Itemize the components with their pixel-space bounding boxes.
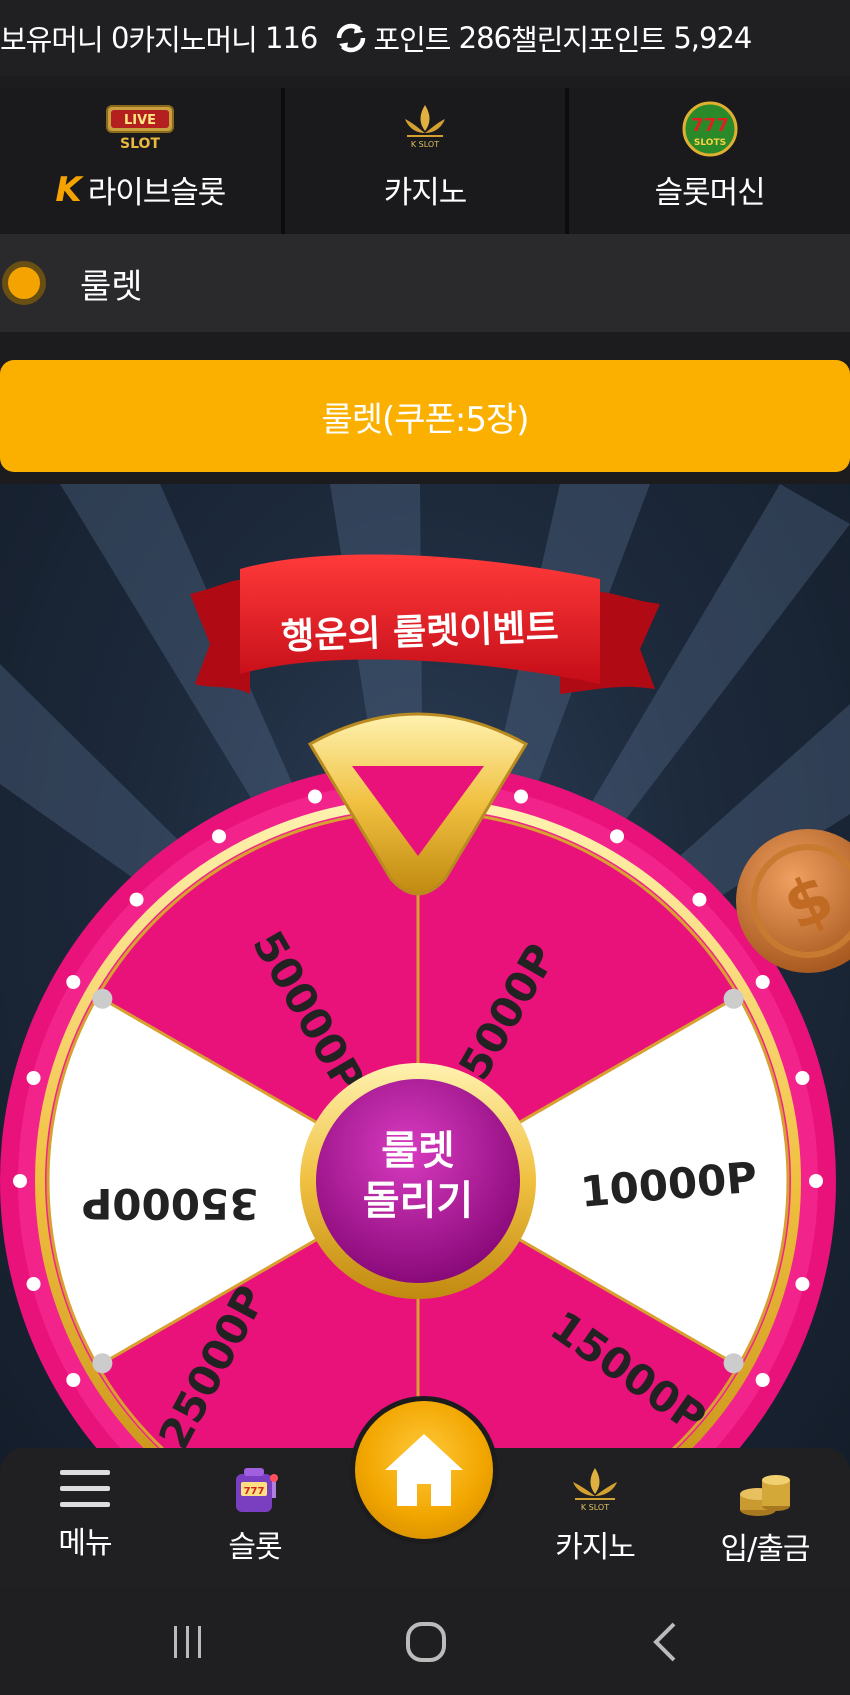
- roulette-coupon-button[interactable]: 룰렛(쿠폰:5장): [0, 360, 850, 472]
- home-button-inner: [355, 1401, 493, 1539]
- tab-slot-machine[interactable]: 777 SLOTS 슬롯머신: [569, 88, 850, 234]
- rim-light: [514, 789, 529, 804]
- recent-apps-icon[interactable]: [168, 1622, 208, 1662]
- live-slot-logo: LIVE SLOT: [105, 99, 175, 159]
- rim-light: [26, 1070, 41, 1085]
- system-navigation-bar: [0, 1588, 850, 1695]
- home-icon: [385, 1434, 463, 1506]
- radio-dot-icon: [2, 261, 46, 305]
- tab-casino-label: 카지노: [383, 175, 468, 211]
- challenge-point-value: 5,924: [673, 21, 752, 55]
- holding-money-label: 보유머니: [0, 23, 104, 57]
- 777-text: 777: [691, 115, 729, 136]
- nav-menu-label: 메뉴: [58, 1526, 112, 1561]
- rim-light: [610, 829, 624, 844]
- rim-light: [307, 789, 322, 804]
- point: 포인트 286: [373, 17, 512, 59]
- casino-money-value: 116: [265, 21, 318, 55]
- rim-light: [755, 975, 770, 989]
- point-value: 286: [458, 21, 512, 55]
- svg-text:777: 777: [244, 1486, 265, 1497]
- k-slot-nav-icon: K SLOT: [573, 1468, 617, 1512]
- spin-button-line1: 룰렛: [381, 1128, 455, 1174]
- challenge-point-label: 챌린지포인트: [511, 23, 666, 57]
- rim-light: [809, 1174, 823, 1188]
- roulette-graphic: 5000P 10000P 15000P 25000P 35000P 50000P…: [0, 484, 850, 1484]
- nav-menu[interactable]: 메뉴: [15, 1466, 155, 1562]
- rim-light: [795, 1070, 810, 1085]
- section-title: 룰렛: [80, 266, 143, 307]
- segment-divider-dot: [92, 1353, 113, 1374]
- section-header: 룰렛: [0, 234, 850, 332]
- rim-light: [212, 829, 226, 844]
- casino-money-label: 카지노머니: [128, 23, 257, 57]
- roulette-stage: 5000P 10000P 15000P 25000P 35000P 50000P…: [0, 484, 850, 1484]
- coin-stack-icon: [740, 1475, 790, 1516]
- back-icon[interactable]: [650, 1620, 680, 1664]
- tab-slot-machine-label: 슬롯머신: [654, 175, 766, 211]
- slots-text: SLOTS: [694, 138, 726, 148]
- home-button[interactable]: [350, 1396, 498, 1544]
- home-system-icon[interactable]: [404, 1620, 448, 1664]
- tab-casino[interactable]: K SLOT 카지노: [284, 88, 570, 234]
- rim-light: [795, 1277, 810, 1292]
- segment-divider-dot: [92, 988, 113, 1009]
- balance-bar: 보유머니 0 카지노머니 116 포인트 286 챌린지포인트 5,924: [0, 0, 850, 76]
- live-slot-logo-bottom: SLOT: [120, 136, 160, 152]
- segment-divider-dot: [723, 1353, 744, 1374]
- rim-light: [129, 892, 144, 907]
- k-logo-icon: K: [55, 169, 82, 210]
- challenge-point: 챌린지포인트 5,924: [511, 17, 752, 59]
- nav-slot[interactable]: 777 슬롯: [185, 1466, 325, 1566]
- spin-roulette-button[interactable]: 룰렛 돌리기: [300, 1063, 536, 1299]
- hamburger-menu-icon: [60, 1470, 110, 1507]
- live-slot-logo-top: LIVE: [124, 113, 156, 128]
- refresh-icon[interactable]: [333, 20, 369, 56]
- nav-deposit-withdraw-label: 입/출금: [720, 1532, 811, 1567]
- nav-slot-label: 슬롯: [228, 1530, 282, 1565]
- tab-live-slot[interactable]: LIVE SLOT K 라이브슬롯: [0, 88, 285, 234]
- segment-divider-dot: [723, 988, 744, 1009]
- holding-money-value: 0: [110, 21, 129, 55]
- slot-machine-icon: 777: [236, 1468, 278, 1512]
- rim-light: [66, 1373, 81, 1387]
- 777-slots-logo: 777 SLOTS: [680, 99, 740, 159]
- tab-live-slot-label: 라이브슬롯: [87, 175, 227, 211]
- rim-light: [692, 892, 707, 907]
- segment-label-35000: 35000P: [82, 1179, 259, 1228]
- holding-money: 보유머니 0: [0, 17, 129, 59]
- rim-light: [66, 975, 81, 989]
- k-slot-icon: K SLOT: [405, 105, 445, 149]
- rim-light: [755, 1373, 770, 1387]
- casino-money: 카지노머니 116: [128, 17, 318, 59]
- nav-deposit-withdraw[interactable]: 입/출금: [695, 1466, 835, 1568]
- live-slot-icon: LIVE SLOT: [106, 105, 175, 152]
- k-slot-nav-text: K SLOT: [581, 1503, 609, 1512]
- k-slot-logo-text: K SLOT: [411, 140, 439, 149]
- point-label: 포인트: [373, 23, 451, 57]
- rim-light: [13, 1174, 27, 1188]
- 777-slots-icon: 777 SLOTS: [682, 101, 738, 157]
- nav-casino[interactable]: K SLOT 카지노: [525, 1466, 665, 1566]
- spin-button-line2: 돌리기: [363, 1178, 473, 1224]
- nav-casino-label: 카지노: [555, 1530, 636, 1565]
- k-slot-logo: K SLOT: [397, 99, 453, 159]
- game-tabs: LIVE SLOT K 라이브슬롯 K SLOT 카지노 777 SLOTS 슬…: [0, 88, 850, 234]
- rim-light: [26, 1277, 41, 1292]
